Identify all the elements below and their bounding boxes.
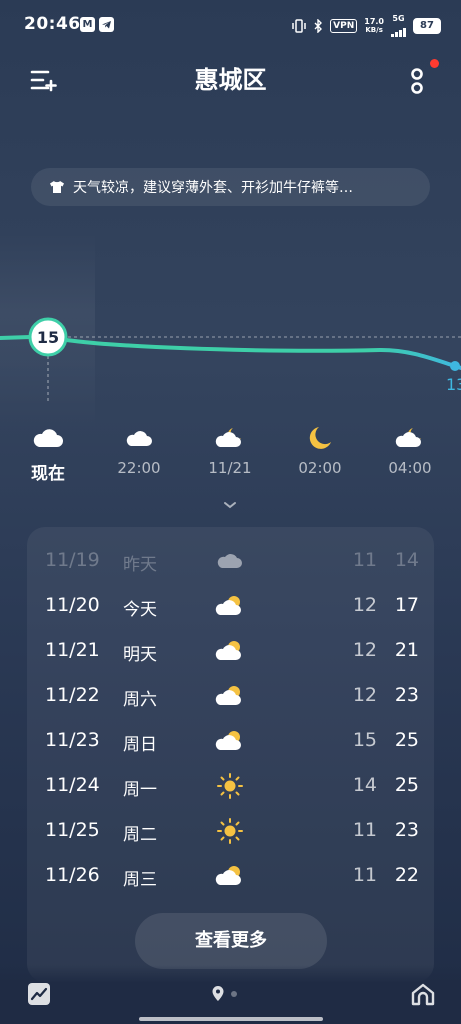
daily-row[interactable]: 11/22 周六 12 23 xyxy=(27,674,434,718)
next-temp-marker xyxy=(450,361,460,371)
partly-cloudy-icon xyxy=(215,866,241,885)
signal-icon: 5G xyxy=(391,15,406,37)
hourly-item[interactable]: 02:00 xyxy=(285,425,355,477)
cloud-icon xyxy=(217,554,242,568)
sun-icon xyxy=(217,818,243,844)
gmail-icon: M xyxy=(80,17,95,32)
location-pin-icon xyxy=(212,986,224,1001)
hourly-item[interactable]: 22:00 xyxy=(104,425,174,477)
daily-row[interactable]: 11/26 周三 11 22 xyxy=(27,854,434,898)
page-title: 惠城区 xyxy=(194,66,267,94)
partly-cloudy-icon xyxy=(215,641,241,660)
cloud-icon xyxy=(126,431,152,446)
notification-dot xyxy=(430,59,439,68)
shirt-icon xyxy=(50,181,64,193)
daily-row[interactable]: 11/25 周二 11 23 xyxy=(27,809,434,853)
hourly-item[interactable]: 现在 xyxy=(13,425,83,484)
partly-cloudy-icon xyxy=(215,686,241,705)
moon-icon xyxy=(309,427,331,449)
sun-icon xyxy=(217,773,243,799)
chevron-down-icon[interactable] xyxy=(220,498,240,512)
status-bar: 20:46 M VPN 17.0 KB/s 5G 87 xyxy=(0,0,461,50)
moon-cloud-icon xyxy=(215,428,241,447)
hourly-item[interactable]: 04:00 xyxy=(375,425,445,477)
hourly-temperature-chart[interactable]: 15 13 xyxy=(0,300,461,410)
bluetooth-icon xyxy=(314,19,323,33)
telegram-icon xyxy=(99,17,114,32)
city-page-indicator[interactable] xyxy=(212,986,237,1001)
view-more-button[interactable]: 查看更多 xyxy=(135,913,327,969)
daily-row[interactable]: 11/24 周一 14 25 xyxy=(27,764,434,808)
cloud-icon xyxy=(33,429,63,447)
daily-row[interactable]: 11/23 周日 15 25 xyxy=(27,719,434,763)
clothing-tip[interactable]: 天气较凉，建议穿薄外套、开衫加牛仔裤等… xyxy=(31,168,430,206)
status-icons: VPN 17.0 KB/s 5G 87 xyxy=(291,15,441,37)
hourly-item[interactable]: 11/21 xyxy=(195,425,265,477)
daily-row[interactable]: 11/21 明天 12 21 xyxy=(27,629,434,673)
next-temp-label: 13 xyxy=(446,375,461,394)
status-time: 20:46 xyxy=(24,14,81,34)
daily-row[interactable]: 11/19 昨天 11 14 xyxy=(27,539,434,583)
battery-icon: 87 xyxy=(413,18,441,34)
daily-row[interactable]: 11/20 今天 12 17 xyxy=(27,584,434,628)
current-temp-label: 15 xyxy=(37,328,59,347)
more-options-icon[interactable] xyxy=(406,64,430,98)
vpn-badge: VPN xyxy=(330,19,358,33)
clothing-tip-text: 天气较凉，建议穿薄外套、开衫加牛仔裤等… xyxy=(73,180,353,196)
temperature-line xyxy=(0,334,461,370)
partly-cloudy-icon xyxy=(215,731,241,750)
trend-chart-icon[interactable] xyxy=(27,982,51,1006)
partly-cloudy-icon xyxy=(215,596,241,615)
gesture-bar xyxy=(139,1017,323,1021)
moon-cloud-icon xyxy=(395,428,421,447)
vibrate-icon xyxy=(292,19,306,33)
page-dot xyxy=(231,990,237,997)
network-speed: 17.0 KB/s xyxy=(364,17,384,35)
home-icon[interactable] xyxy=(410,981,436,1007)
